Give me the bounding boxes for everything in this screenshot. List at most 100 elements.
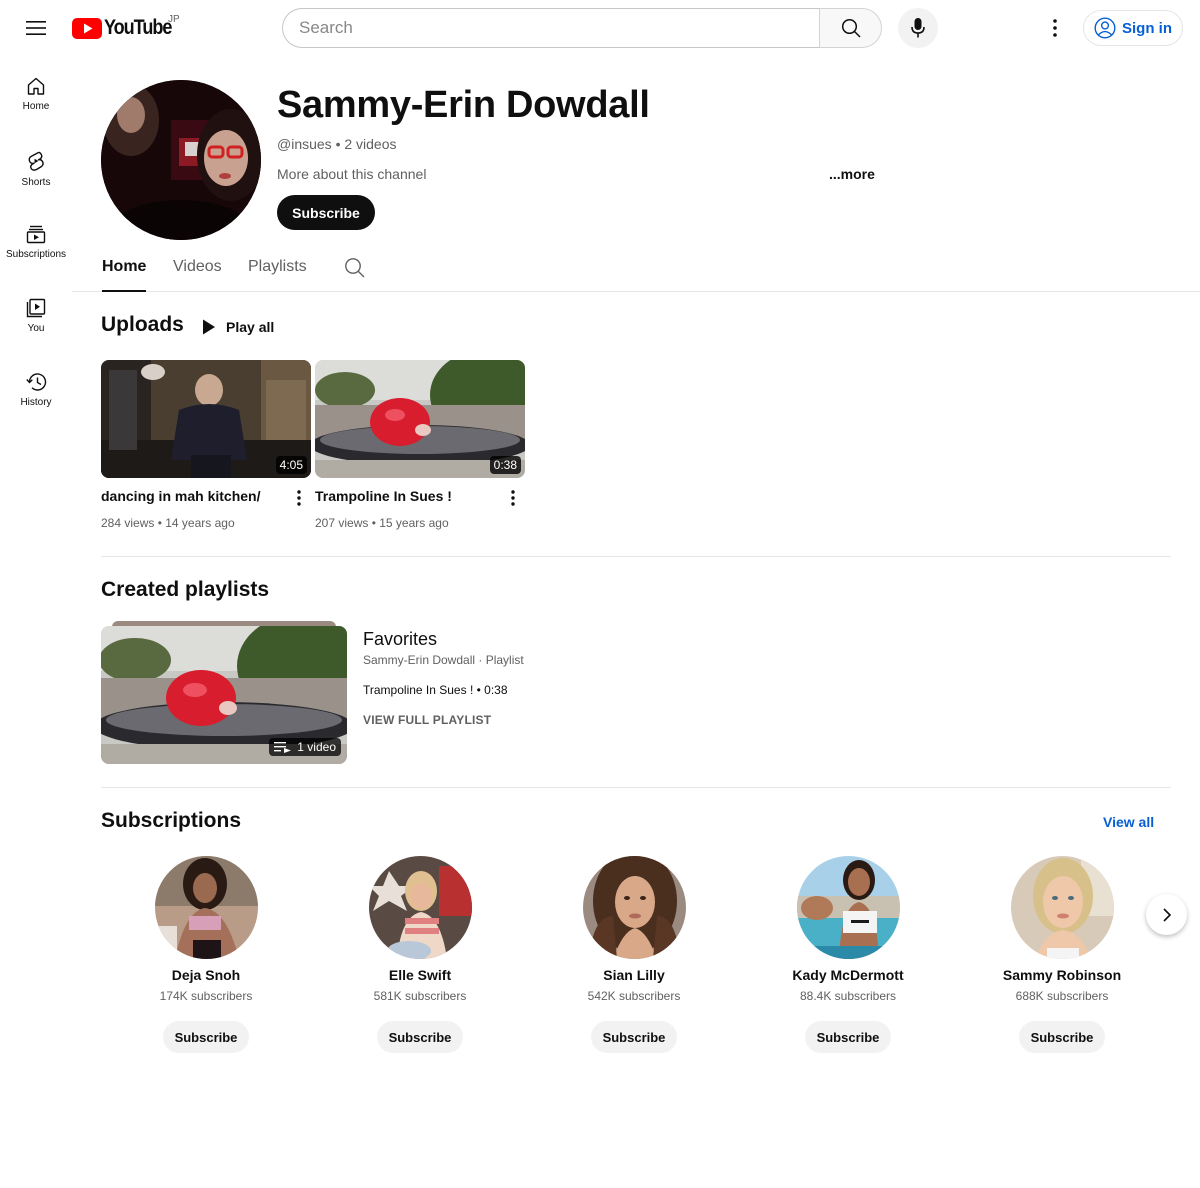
subscription-channel-name[interactable]: Deja Snoh [172, 967, 240, 983]
subscription-avatar-image [1010, 856, 1114, 959]
subscription-channel-subscribers: 542K subscribers [587, 989, 681, 1003]
video-meta: 284 views • 14 years ago [101, 516, 235, 530]
subscription-channel-name[interactable]: Elle Swift [389, 967, 451, 983]
nav-subscriptions[interactable]: Subscriptions [0, 204, 72, 278]
subscription-channel-card: Elle Swift 581K subscribers Subscribe [313, 856, 527, 1053]
playlist-icon [274, 742, 292, 753]
video-options-button[interactable] [287, 486, 311, 510]
subscriptions-next-button[interactable] [1146, 894, 1187, 935]
nav-shorts-label: Shorts [21, 177, 51, 188]
history-icon [26, 373, 47, 391]
tab-videos[interactable]: Videos [173, 258, 222, 292]
subscription-channel-card: Kady McDermott 88.4K subscribers Subscri… [741, 856, 955, 1053]
shorts-icon [28, 151, 44, 171]
subscription-channel-card: Sian Lilly 542K subscribers Subscribe [527, 856, 741, 1053]
subscriptions-icon [26, 225, 46, 244]
uploads-section-title: Uploads [101, 313, 184, 336]
you-icon [26, 298, 46, 318]
guide-menu-button[interactable] [16, 8, 56, 48]
nav-history[interactable]: History [0, 352, 72, 426]
sign-in-button[interactable]: Sign in [1083, 10, 1183, 46]
subscription-channel-avatar[interactable] [368, 856, 472, 959]
video-thumbnail[interactable]: 4:05 [101, 360, 311, 478]
subscription-channel-avatar[interactable] [796, 856, 900, 959]
search-button[interactable] [819, 8, 882, 48]
search-icon [841, 18, 861, 38]
channel-subscribe-button[interactable]: Subscribe [277, 195, 375, 230]
subscription-subscribe-button[interactable]: Subscribe [162, 1021, 250, 1053]
subscription-channel-subscribers: 88.4K subscribers [799, 989, 897, 1003]
microphone-icon [911, 18, 925, 38]
subscription-channel-avatar[interactable] [582, 856, 686, 959]
vertical-dots-icon [511, 490, 515, 506]
hamburger-menu-icon [26, 21, 46, 35]
subscription-channel-name[interactable]: Kady McDermott [792, 967, 903, 983]
playlist-thumbnail[interactable]: 1 video [101, 626, 347, 764]
subscriptions-view-all-link[interactable]: View all [1103, 814, 1154, 830]
sign-in-label: Sign in [1122, 19, 1172, 37]
subscription-channel-subscribers: 581K subscribers [373, 989, 467, 1003]
channel-tabs: Home Videos Playlists [72, 248, 1200, 292]
subscription-channel-avatar[interactable] [1010, 856, 1114, 959]
section-divider [101, 787, 1171, 788]
subscription-avatar-image [368, 856, 472, 959]
subscription-subscribe-button[interactable]: Subscribe [376, 1021, 464, 1053]
channel-more-link[interactable]: ...more [829, 166, 875, 182]
subscription-channel-name[interactable]: Sian Lilly [603, 967, 664, 983]
video-card: 4:05 dancing in mah kitchen/ 284 views •… [101, 360, 311, 530]
subscription-avatar-image [796, 856, 900, 959]
tab-home[interactable]: Home [102, 258, 147, 292]
video-title[interactable]: dancing in mah kitchen/ [101, 488, 260, 504]
nav-you-label: You [27, 323, 45, 334]
search-icon [345, 258, 365, 278]
subscription-channel-card: Deja Snoh 174K subscribers Subscribe [99, 856, 313, 1053]
nav-subscriptions-label: Subscriptions [5, 249, 67, 260]
subscriptions-section-title: Subscriptions [101, 809, 242, 832]
channel-about-link[interactable]: More about this channel [277, 166, 426, 182]
subscription-channel-name[interactable]: Sammy Robinson [1003, 967, 1121, 983]
playlist-first-video[interactable]: Trampoline In Sues ! • 0:38 [363, 683, 508, 697]
voice-search-button[interactable] [898, 8, 938, 48]
playlist-video-count: 1 video [269, 738, 341, 756]
playlists-section-title: Created playlists [101, 578, 270, 601]
nav-home[interactable]: Home [0, 56, 72, 130]
settings-more-button[interactable] [1035, 8, 1075, 48]
play-all-button[interactable]: Play all [202, 316, 274, 338]
video-options-button[interactable] [501, 486, 525, 510]
channel-avatar [101, 80, 261, 240]
tab-search-button[interactable] [344, 257, 365, 283]
subscription-channel-subscribers: 688K subscribers [1015, 989, 1109, 1003]
subscription-subscribe-button[interactable]: Subscribe [804, 1021, 892, 1053]
search-box [282, 8, 882, 48]
nav-home-label: Home [22, 101, 50, 112]
playlist-video-count-label: 1 video [297, 740, 336, 754]
subscription-channel-avatar[interactable] [154, 856, 258, 959]
youtube-play-logo-icon [72, 17, 102, 39]
subscription-channel-subscribers: 174K subscribers [159, 989, 253, 1003]
channel-handle-and-count: @insues • 2 videos [277, 136, 397, 152]
vertical-dots-icon [297, 490, 301, 506]
subscription-channel-card: Sammy Robinson 688K subscribers Subscrib… [955, 856, 1169, 1053]
play-all-label: Play all [226, 319, 275, 335]
play-icon [203, 319, 215, 335]
region-code: JP [168, 14, 180, 25]
subscription-avatar-image [154, 856, 258, 959]
playlist-title[interactable]: Favorites [363, 629, 437, 650]
tab-playlists[interactable]: Playlists [248, 258, 307, 292]
view-full-playlist-link[interactable]: VIEW FULL PLAYLIST [363, 713, 491, 727]
video-duration: 0:38 [489, 456, 521, 474]
nav-you[interactable]: You [0, 278, 72, 352]
nav-shorts[interactable]: Shorts [0, 130, 72, 204]
video-title[interactable]: Trampoline In Sues ! [315, 488, 452, 504]
subscription-subscribe-button[interactable]: Subscribe [1018, 1021, 1106, 1053]
youtube-logo[interactable]: YouTube [72, 16, 182, 40]
video-duration: 4:05 [275, 456, 307, 474]
video-thumbnail[interactable]: 0:38 [315, 360, 525, 478]
subscription-avatar-image [582, 856, 686, 959]
playlist-owner: Sammy-Erin Dowdall · Playlist [363, 653, 524, 667]
search-input[interactable] [282, 8, 819, 48]
home-icon [27, 77, 45, 95]
channel-avatar-image [101, 80, 261, 240]
top-bar: YouTube JP Sign in [0, 0, 1200, 56]
subscription-subscribe-button[interactable]: Subscribe [590, 1021, 678, 1053]
